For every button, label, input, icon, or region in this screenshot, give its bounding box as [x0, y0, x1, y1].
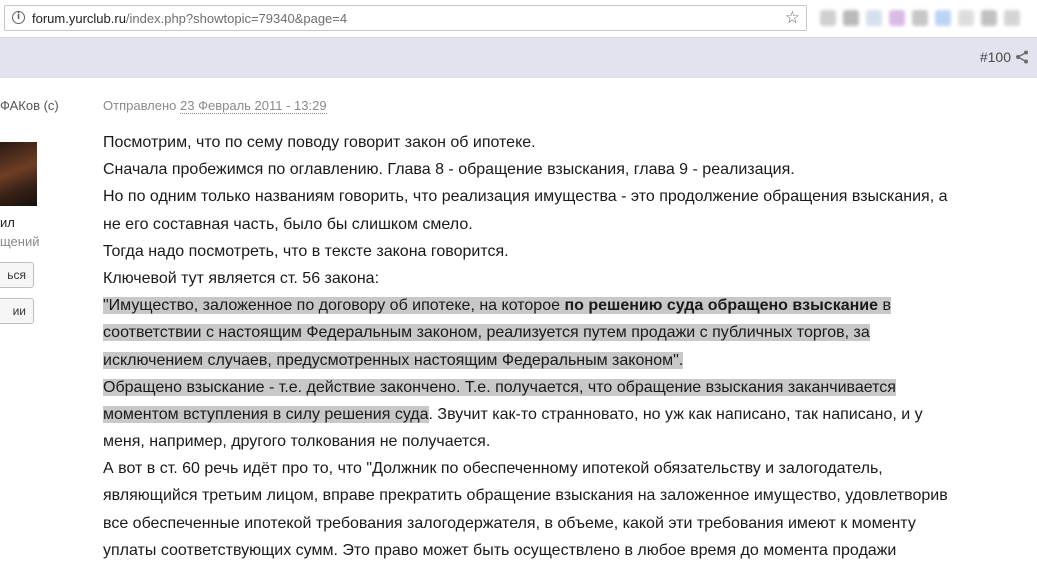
- highlighted-text: моментом вступления в силу решения суда: [103, 405, 429, 423]
- author-post-count: щений: [0, 234, 40, 249]
- post-text-line: все обеспеченные ипотекой требования зал…: [103, 514, 916, 532]
- post-text-line: Но по одним только названиям говорить, ч…: [103, 188, 948, 206]
- post-text-line: соответствии с настоящим Федеральным зак…: [103, 319, 1033, 346]
- post-meta: Отправлено 23 Февраль 2011 - 13:29: [103, 98, 327, 114]
- post-text-line: моментом вступления в силу решения суда.…: [103, 401, 1033, 428]
- extension-icon[interactable]: [935, 10, 951, 26]
- post-text-line: меня, например, другого толкования не по…: [103, 433, 491, 451]
- highlighted-quote: "Имущество, заложенное по договору об ип…: [103, 297, 891, 315]
- url-path: /index.php?showtopic=79340&page=4: [125, 11, 348, 26]
- author-name[interactable]: ФАКов (с): [0, 98, 59, 113]
- avatar[interactable]: [0, 142, 37, 206]
- post-text-line: Посмотрим, что по сему поводу говорит за…: [103, 134, 536, 151]
- share-icon[interactable]: [1015, 50, 1029, 64]
- extension-icon[interactable]: [1004, 10, 1020, 26]
- author-action-button[interactable]: ься: [0, 262, 34, 288]
- browser-extensions: [814, 4, 1037, 32]
- post-number-link[interactable]: #100: [980, 49, 1011, 65]
- author-action-button[interactable]: ии: [0, 298, 34, 324]
- author-group: ил: [0, 215, 15, 230]
- browser-toolbar: i forum.yurclub.ru/index.php?showtopic=7…: [0, 0, 1037, 38]
- post-text-line: являющийся третьим лицом, вправе прекрат…: [103, 487, 948, 505]
- extension-icon[interactable]: [889, 10, 905, 26]
- extension-icon[interactable]: [958, 10, 974, 26]
- post-date[interactable]: 23 Февраль 2011 - 13:29: [180, 98, 327, 114]
- post-text-line: исключением случаев, предусмотренных нас…: [103, 347, 1033, 374]
- quote-text: "Имущество, заложенное по договору об ип…: [103, 297, 565, 315]
- extension-icon[interactable]: [912, 10, 928, 26]
- quote-bold-text: по решению суда обращено взыскание: [564, 297, 878, 315]
- extension-icon[interactable]: [981, 10, 997, 26]
- address-bar[interactable]: i forum.yurclub.ru/index.php?showtopic=7…: [4, 5, 807, 31]
- extension-icon[interactable]: [820, 10, 836, 26]
- star-icon[interactable]: ☆: [785, 8, 800, 28]
- extension-icon[interactable]: [866, 10, 882, 26]
- highlighted-quote: соответствии с настоящим Федеральным зак…: [103, 324, 870, 342]
- quote-text: в: [878, 297, 891, 315]
- post-text-line: уплаты соответствующих сумм. Это право м…: [103, 541, 897, 559]
- forum-page: i forum.yurclub.ru/index.php?showtopic=7…: [0, 0, 1037, 580]
- post-header: #100: [0, 38, 1037, 78]
- sent-label: Отправлено: [103, 98, 177, 113]
- post-text-line: А вот в ст. 60 речь идёт про то, что "До…: [103, 460, 883, 478]
- highlighted-quote: исключением случаев, предусмотренных нас…: [103, 351, 684, 369]
- post-text-line: "Имущество, заложенное по договору об ип…: [103, 292, 1033, 319]
- extension-icon[interactable]: [843, 10, 859, 26]
- highlighted-text: Обращено взыскание - т.е. действие закон…: [103, 378, 896, 396]
- url-host: forum.yurclub.ru: [32, 11, 126, 26]
- post-text-line: Сначала пробежимся по оглавлению. Глава …: [103, 161, 795, 179]
- info-icon[interactable]: i: [12, 11, 25, 24]
- post-text: . Звучит как-то странновато, но уж как н…: [428, 405, 923, 423]
- post-body: Посмотрим, что по сему поводу говорит за…: [103, 129, 1033, 564]
- url-text[interactable]: forum.yurclub.ru/index.php?showtopic=793…: [32, 11, 347, 26]
- post-text-line: Тогда надо посмотреть, что в тексте зако…: [103, 242, 509, 260]
- post-text-line: Обращено взыскание - т.е. действие закон…: [103, 374, 1033, 401]
- post-text-line: Ключевой тут является ст. 56 закона:: [103, 269, 380, 287]
- post-text-line: не его составная часть, было бы слишком …: [103, 215, 473, 233]
